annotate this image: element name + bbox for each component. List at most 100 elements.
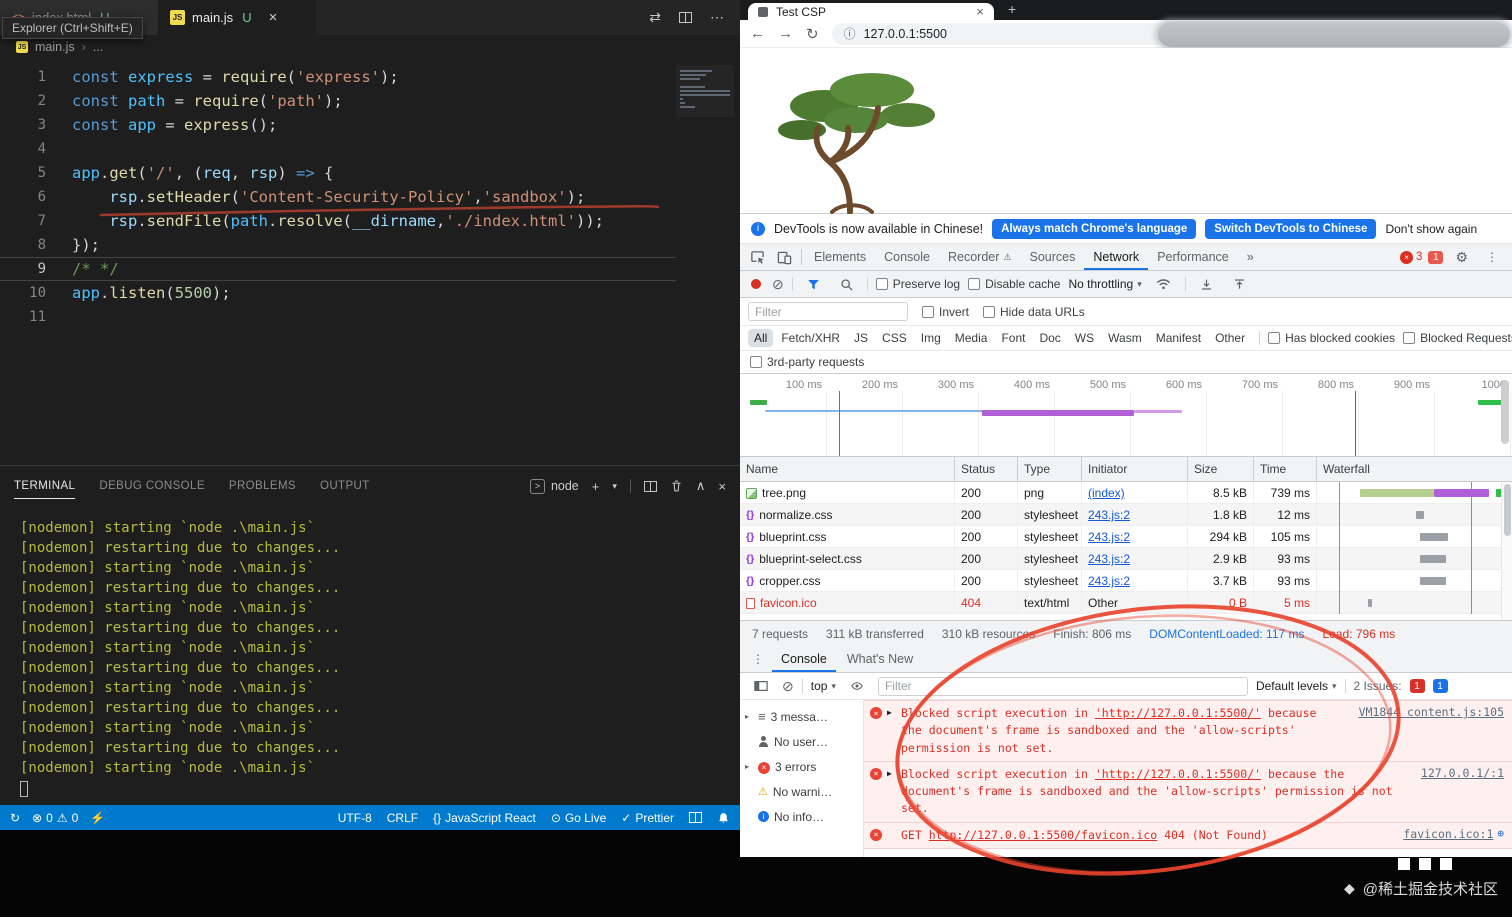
column-header-time[interactable]: Time (1254, 457, 1317, 481)
console-errors-badge[interactable]: × 3 (1400, 250, 1422, 264)
code-line[interactable]: 10 app.listen(5500); (0, 281, 676, 305)
column-header-status[interactable]: Status (955, 457, 1018, 481)
devtools-tab-performance[interactable]: Performance (1148, 244, 1238, 270)
filter-funnel-icon[interactable] (801, 278, 826, 291)
switch-chinese-button[interactable]: Switch DevTools to Chinese (1205, 218, 1377, 239)
panel-tab-terminal[interactable]: TERMINAL (14, 474, 76, 499)
record-network-log-icon[interactable] (751, 279, 761, 289)
code-line[interactable]: 3 const app = express(); (0, 113, 676, 137)
column-header-size[interactable]: Size (1188, 457, 1254, 481)
issues-count-label[interactable]: 2 Issues: (1354, 679, 1402, 693)
column-header-name[interactable]: Name (740, 457, 955, 481)
code-line[interactable]: 7 rsp.sendFile(path.resolve(__dirname,'.… (0, 209, 676, 233)
panel-layout-icon[interactable] (689, 812, 702, 823)
has-blocked-cookies-toggle[interactable]: Has blocked cookies (1268, 331, 1395, 345)
language-mode[interactable]: {} JavaScript React (433, 811, 536, 825)
breadcrumb-symbol[interactable]: ... (93, 40, 103, 54)
minimap[interactable] (676, 65, 734, 117)
code-editor[interactable]: 1 const express = require('express'); 2 con… (0, 59, 740, 465)
console-error-message[interactable]: × ▶ Blocked script execution in 'http://12… (864, 700, 1512, 762)
network-request-row[interactable]: tree.png 200 png (index) 8.5 kB 739 ms (740, 482, 1512, 504)
column-header-waterfall[interactable]: Waterfall (1317, 457, 1512, 481)
column-header-initiator[interactable]: Initiator (1082, 457, 1188, 481)
disable-cache-checkbox[interactable] (968, 278, 981, 290)
site-info-icon[interactable]: ⓘ (844, 25, 856, 42)
filter-chip-js[interactable]: JS (848, 329, 874, 347)
split-editor-icon[interactable] (679, 12, 692, 23)
preserve-log-checkbox[interactable] (875, 278, 888, 290)
terminal-cursor[interactable] (20, 781, 28, 797)
console-error-message[interactable]: × ▶ Blocked script execution in 'http://12… (864, 761, 1512, 823)
more-actions-icon[interactable]: ⋯ (710, 9, 724, 26)
request-initiator[interactable]: 243.js:2 (1088, 574, 1130, 588)
new-terminal-icon[interactable]: + (592, 479, 600, 494)
close-tab-icon[interactable]: × (976, 4, 984, 19)
code-line[interactable]: 11 (0, 305, 676, 329)
source-link[interactable]: VM1844 content.js:105 (1359, 705, 1504, 719)
task-rocket-icon[interactable]: ⚡ (90, 811, 105, 825)
console-sidebar-item-no-user[interactable]: No user… (740, 729, 863, 754)
hide-data-urls-toggle[interactable]: Hide data URLs (983, 305, 1085, 319)
go-live-button[interactable]: ⊙ Go Live (551, 811, 606, 825)
console-error-message[interactable]: × GET http://127.0.0.1:5500/favicon.ico 4… (864, 822, 1512, 849)
issues-badge-red[interactable]: 1 (1409, 679, 1425, 693)
filter-chip-css[interactable]: CSS (876, 329, 913, 347)
request-initiator[interactable]: 243.js:2 (1088, 508, 1130, 522)
throttling-select[interactable]: No throttling ▾ (1068, 277, 1141, 291)
panel-tab-problems[interactable]: PROBLEMS (229, 474, 296, 499)
reload-icon[interactable]: ↻ (806, 25, 819, 43)
network-request-row[interactable]: {} blueprint.css 200 stylesheet 243.js:2 294 … (740, 526, 1512, 548)
terminal-dropdown-icon[interactable]: ▾ (612, 481, 617, 492)
filter-chip-doc[interactable]: Doc (1033, 329, 1066, 347)
forward-icon[interactable]: → (778, 25, 793, 42)
network-request-row[interactable]: {} normalize.css 200 stylesheet 243.js:2 1.8 … (740, 504, 1512, 526)
settings-gear-icon[interactable]: ⚙ (1449, 249, 1474, 266)
kill-terminal-icon[interactable] (670, 479, 683, 493)
blocked-requests-checkbox[interactable] (1403, 332, 1416, 344)
source-link[interactable]: favicon.ico:1 (1403, 827, 1493, 841)
filter-chip-fetch-xhr[interactable]: Fetch/XHR (775, 329, 846, 347)
devtools-tab-sources[interactable]: Sources (1020, 244, 1084, 270)
log-levels-select[interactable]: Default levels ▾ (1256, 679, 1337, 693)
close-tab-icon[interactable]: × (269, 9, 278, 26)
inspect-element-icon[interactable] (744, 250, 771, 265)
devtools-tab-network[interactable]: Network (1084, 244, 1148, 270)
network-request-row[interactable]: {} blueprint-select.css 200 stylesheet 243.j… (740, 548, 1512, 570)
import-har-icon[interactable] (1194, 278, 1219, 291)
console-sidebar-item-3-errors[interactable]: ▸ × 3 errors (740, 754, 863, 779)
devtools-tab-console[interactable]: Console (875, 244, 939, 270)
code-line[interactable]: 6 rsp.setHeader('Content-Security-Policy… (0, 185, 676, 209)
eol-indicator[interactable]: CRLF (387, 811, 418, 825)
more-tabs-button[interactable]: » (1238, 244, 1263, 270)
devtools-tab-elements[interactable]: Elements (805, 244, 875, 270)
filter-chip-all[interactable]: All (748, 329, 774, 347)
expand-icon[interactable]: ▶ (887, 769, 896, 778)
kebab-menu-icon[interactable]: ⋮ (746, 652, 770, 666)
console-sidebar-item-3-messa[interactable]: ▸ ≡ 3 messa… (740, 704, 863, 729)
split-terminal-icon[interactable] (643, 480, 657, 492)
invert-checkbox[interactable] (922, 305, 934, 318)
new-tab-button[interactable]: + (1008, 1, 1016, 17)
request-initiator[interactable]: 243.js:2 (1088, 530, 1130, 544)
code-line[interactable]: 8}); (0, 233, 676, 257)
maximize-panel-icon[interactable]: ∧ (696, 478, 706, 494)
tab-main-js[interactable]: JS main.js U × (158, 0, 316, 35)
console-filter-input[interactable] (877, 676, 1248, 696)
dont-show-again-button[interactable]: Don't show again (1385, 222, 1477, 236)
devtools-tab-recorder[interactable]: Recorder ⚠ (939, 244, 1021, 270)
sync-icon[interactable]: ↻ (10, 811, 20, 825)
breadcrumb-file[interactable]: main.js (35, 40, 75, 54)
console-prompt[interactable]: › (864, 849, 1512, 857)
code-line[interactable]: 2 const path = require('path'); (0, 89, 676, 113)
clear-console-icon[interactable]: ⊘ (782, 678, 794, 695)
network-conditions-icon[interactable] (1150, 278, 1177, 290)
tab-console[interactable]: Console (772, 646, 836, 672)
shell-selector[interactable]: > node (529, 478, 579, 494)
filter-chip-media[interactable]: Media (949, 329, 994, 347)
kebab-menu-icon[interactable]: ⋮ (1480, 250, 1504, 264)
filter-chip-img[interactable]: Img (915, 329, 947, 347)
third-party-checkbox[interactable] (750, 356, 762, 368)
code-line[interactable]: 4 (0, 137, 676, 161)
tab-whats-new[interactable]: What's New (838, 646, 922, 672)
code-line[interactable]: 1 const express = require('express'); (0, 65, 676, 89)
